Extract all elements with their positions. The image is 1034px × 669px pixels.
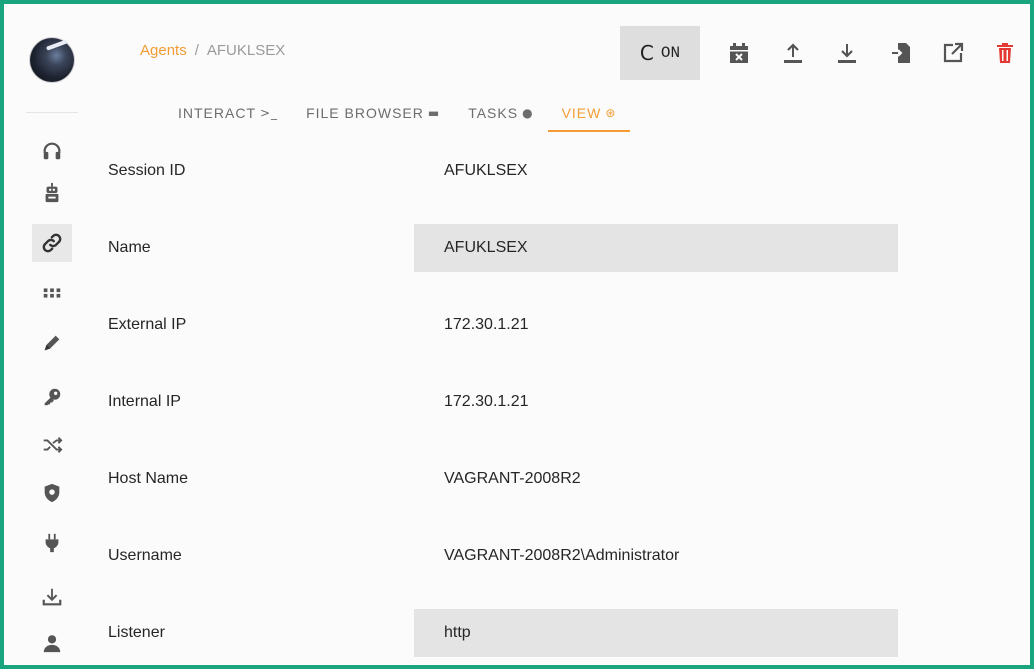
field-value-box: 172.30.1.21 xyxy=(414,301,898,349)
tab-file-browser[interactable]: FILE BROWSER ▬ xyxy=(292,96,454,130)
listener-input[interactable]: http xyxy=(414,609,898,657)
field-value-box: VAGRANT-2008R2\Administrator xyxy=(414,532,898,580)
folder-icon: ▬ xyxy=(427,106,441,120)
headphones-icon[interactable] xyxy=(32,132,72,170)
field-value: VAGRANT-2008R2\Administrator xyxy=(444,547,680,564)
field-value: VAGRANT-2008R2 xyxy=(444,470,581,487)
tab-view-label: VIEW xyxy=(561,105,602,121)
link-icon[interactable] xyxy=(32,224,72,262)
field-label: Username xyxy=(108,547,182,564)
breadcrumb-separator: / xyxy=(194,42,199,59)
terminal-icon: >_ xyxy=(260,106,279,120)
field-label: Internal IP xyxy=(108,393,181,410)
trash-icon[interactable] xyxy=(990,36,1020,70)
detail-row-internal-ip: Internal IP 172.30.1.21 xyxy=(78,363,998,440)
field-label: External IP xyxy=(108,316,187,333)
shuffle-icon[interactable] xyxy=(32,426,72,464)
grid-dots-icon[interactable] xyxy=(32,274,72,312)
detail-row-external-ip: External IP 172.30.1.21 xyxy=(78,286,998,363)
robot-icon[interactable] xyxy=(32,174,72,212)
field-value: AFUKLSEX xyxy=(444,239,528,256)
open-external-icon[interactable] xyxy=(938,36,968,70)
name-input[interactable]: AFUKLSEX xyxy=(414,224,898,272)
detail-row-host-name: Host Name VAGRANT-2008R2 xyxy=(78,440,998,517)
breadcrumb-agents-link[interactable]: Agents xyxy=(140,42,187,59)
sidebar-divider xyxy=(26,112,78,113)
tab-tasks[interactable]: TASKS ● xyxy=(454,96,547,130)
tab-tasks-label: TASKS xyxy=(468,105,519,121)
tab-view[interactable]: VIEW ⊛ xyxy=(547,96,631,132)
field-value: 172.30.1.21 xyxy=(444,393,529,410)
field-value: 172.30.1.21 xyxy=(444,316,529,333)
field-label: Name xyxy=(108,239,151,256)
refresh-icon: C xyxy=(639,41,654,65)
detail-row-listener: Listener http xyxy=(78,594,998,665)
detail-row-session-id: Session ID AFUKLSEX xyxy=(78,132,998,209)
breadcrumb-current: AFUKLSEX xyxy=(206,42,286,59)
tab-interact[interactable]: INTERACT >_ xyxy=(164,96,292,130)
download-icon[interactable] xyxy=(32,578,72,616)
key-icon[interactable] xyxy=(32,378,72,416)
tab-file-browser-label: FILE BROWSER xyxy=(306,105,424,121)
download-icon[interactable] xyxy=(832,36,862,70)
field-value: AFUKLSEX xyxy=(444,162,528,179)
field-value-box: VAGRANT-2008R2 xyxy=(414,455,898,503)
app-frame: Agents / AFUKLSEX C ON INTERACT >_ FILE BROW… xyxy=(0,0,1034,669)
plug-icon[interactable] xyxy=(32,524,72,562)
breadcrumb: Agents / AFUKLSEX xyxy=(140,42,285,59)
file-import-icon[interactable] xyxy=(886,36,916,70)
field-label: Host Name xyxy=(108,470,189,487)
on-label: ON xyxy=(660,44,681,62)
top-bar: Agents / AFUKLSEX C ON INTERACT >_ FILE BROW… xyxy=(78,8,1030,132)
tasks-icon: ● xyxy=(522,106,534,120)
session-on-toggle[interactable]: C ON xyxy=(620,26,700,80)
field-label: Session ID xyxy=(108,162,186,179)
tab-interact-label: INTERACT xyxy=(178,105,256,121)
field-value-box: 172.30.1.21 xyxy=(414,378,898,426)
pencil-icon[interactable] xyxy=(32,324,72,362)
field-value: http xyxy=(444,624,471,641)
eye-icon: ⊛ xyxy=(605,106,617,120)
agent-details: Session ID AFUKLSEX Name AFUKLSEX Extern… xyxy=(78,132,998,665)
detail-row-username: Username VAGRANT-2008R2\Administrator xyxy=(78,517,998,594)
calendar-remove-icon[interactable] xyxy=(724,36,754,70)
tab-bar: INTERACT >_ FILE BROWSER ▬ TASKS ● VIEW ⊛ xyxy=(164,96,631,132)
app-logo[interactable] xyxy=(30,38,74,82)
shield-icon[interactable] xyxy=(32,474,72,512)
upload-icon[interactable] xyxy=(778,36,808,70)
sidebar xyxy=(8,8,78,665)
field-label: Listener xyxy=(108,624,165,641)
field-value-box: AFUKLSEX xyxy=(414,147,898,195)
user-icon[interactable] xyxy=(32,624,72,662)
detail-row-name: Name AFUKLSEX xyxy=(78,209,998,286)
